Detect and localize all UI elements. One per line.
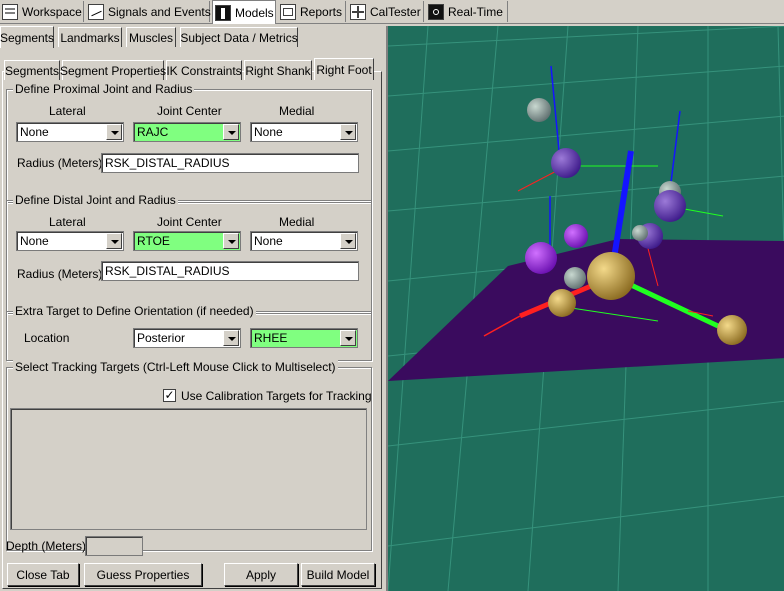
distal-joint-group: Define Distal Joint and Radius Lateral J… (6, 193, 372, 314)
realtime-icon (428, 3, 444, 20)
joint-center-header: Joint Center (157, 104, 222, 118)
3d-scene (388, 26, 784, 591)
joint-center-header: Joint Center (157, 215, 222, 229)
tab-muscles[interactable]: Muscles (126, 27, 176, 47)
tab-signals-and-events[interactable]: Signals and Events (86, 1, 211, 22)
chevron-down-icon[interactable] (340, 330, 356, 346)
proximal-joint-center-select[interactable]: RAJC (133, 122, 241, 142)
use-calibration-targets-checkbox[interactable]: ✓ (163, 389, 176, 402)
3d-viewport[interactable] (386, 26, 784, 591)
distal-lateral-select[interactable]: None (16, 231, 124, 251)
tab-label: Segments (4, 63, 60, 78)
model-builder-panel: Segments Landmarks Muscles Subject Data … (0, 24, 384, 591)
tab-subject-data-metrics[interactable]: Subject Data / Metrics (180, 27, 298, 47)
tab-label: CalTester (370, 4, 421, 19)
select-value: None (20, 125, 49, 139)
apply-button[interactable]: Apply (224, 563, 298, 586)
chevron-down-icon[interactable] (106, 124, 122, 140)
models-icon (215, 4, 231, 21)
radius-label: Radius (Meters) (17, 156, 103, 170)
close-tab-button[interactable]: Close Tab (7, 563, 79, 586)
signals-icon (88, 3, 104, 20)
group-title: Extra Target to Define Orientation (if n… (13, 304, 256, 318)
subtab-right-foot[interactable]: Right Foot (314, 58, 374, 80)
guess-properties-button[interactable]: Guess Properties (84, 563, 202, 586)
tab-label: Models (235, 5, 274, 20)
tab-caltester[interactable]: CalTester (348, 1, 424, 22)
proximal-joint-group: Define Proximal Joint and Radius Lateral… (6, 82, 372, 203)
group-title: Select Tracking Targets (Ctrl-Left Mouse… (13, 360, 338, 374)
tracking-targets-group: Select Tracking Targets (Ctrl-Left Mouse… (6, 360, 372, 551)
lateral-header: Lateral (49, 104, 86, 118)
tab-label: Signals and Events (108, 4, 211, 19)
orientation-target-select[interactable]: RHEE (250, 328, 358, 348)
tab-label: Reports (300, 4, 343, 19)
tab-segments[interactable]: Segments (0, 26, 54, 48)
subtab-segment-properties[interactable]: Segment Properties (59, 60, 167, 80)
subtab-segments[interactable]: Segments (4, 60, 60, 80)
checkbox-label: Use Calibration Targets for Tracking (181, 389, 372, 403)
radius-label: Radius (Meters) (17, 267, 103, 281)
build-model-button[interactable]: Build Model (301, 563, 375, 586)
tab-workspace[interactable]: Workspace (0, 1, 84, 22)
tab-label: Muscles (128, 30, 173, 45)
proximal-radius-input[interactable]: RSK_DISTAL_RADIUS (101, 153, 359, 173)
distal-medial-select[interactable]: None (250, 231, 358, 251)
location-select[interactable]: Posterior (133, 328, 241, 348)
tab-label: Right Foot (316, 62, 372, 77)
location-label: Location (24, 331, 70, 345)
select-value: None (254, 234, 283, 248)
tab-label: Landmarks (60, 30, 120, 45)
depth-label: Depth (Meters): (6, 539, 90, 553)
tab-label: Workspace (22, 4, 82, 19)
medial-header: Medial (279, 215, 315, 229)
group-title: Define Distal Joint and Radius (13, 193, 178, 207)
tracking-targets-list[interactable] (10, 408, 367, 530)
tab-label: Segment Properties (59, 63, 167, 78)
subtab-ik-constraints[interactable]: IK Constraints (166, 60, 242, 80)
tab-models[interactable]: Models (212, 0, 276, 24)
proximal-medial-select[interactable]: None (250, 122, 358, 142)
tab-label: IK Constraints (166, 63, 242, 78)
select-value: Posterior (137, 331, 186, 345)
tab-label: Subject Data / Metrics (180, 30, 298, 45)
chevron-down-icon[interactable] (106, 233, 122, 249)
workspace-icon (2, 3, 18, 20)
proximal-lateral-select[interactable]: None (16, 122, 124, 142)
reports-icon (280, 3, 296, 20)
chevron-down-icon[interactable] (223, 233, 239, 249)
select-value: RAJC (137, 125, 169, 139)
chevron-down-icon[interactable] (340, 233, 356, 249)
select-value: None (20, 234, 49, 248)
select-value: RTOE (137, 234, 170, 248)
depth-input[interactable] (85, 536, 143, 556)
select-value: RHEE (254, 331, 288, 345)
tab-real-time[interactable]: Real-Time (426, 1, 508, 22)
tab-label: Real-Time (448, 4, 503, 19)
tab-label: Right Shank (245, 63, 311, 78)
chevron-down-icon[interactable] (223, 330, 239, 346)
distal-joint-center-select[interactable]: RTOE (133, 231, 241, 251)
lateral-header: Lateral (49, 215, 86, 229)
chevron-down-icon[interactable] (340, 124, 356, 140)
group-title: Define Proximal Joint and Radius (13, 82, 195, 96)
select-value: None (254, 125, 283, 139)
medial-header: Medial (279, 104, 315, 118)
orientation-group: Extra Target to Define Orientation (if n… (6, 304, 372, 361)
chevron-down-icon[interactable] (223, 124, 239, 140)
tab-label: Segments (0, 30, 55, 45)
caltester-icon (350, 3, 366, 20)
tab-landmarks[interactable]: Landmarks (58, 27, 122, 47)
tab-reports[interactable]: Reports (278, 1, 346, 22)
subtab-right-shank[interactable]: Right Shank (244, 60, 312, 80)
distal-radius-input[interactable]: RSK_DISTAL_RADIUS (101, 261, 359, 281)
app-tab-bar: Workspace Signals and Events Models Repo… (0, 0, 784, 24)
